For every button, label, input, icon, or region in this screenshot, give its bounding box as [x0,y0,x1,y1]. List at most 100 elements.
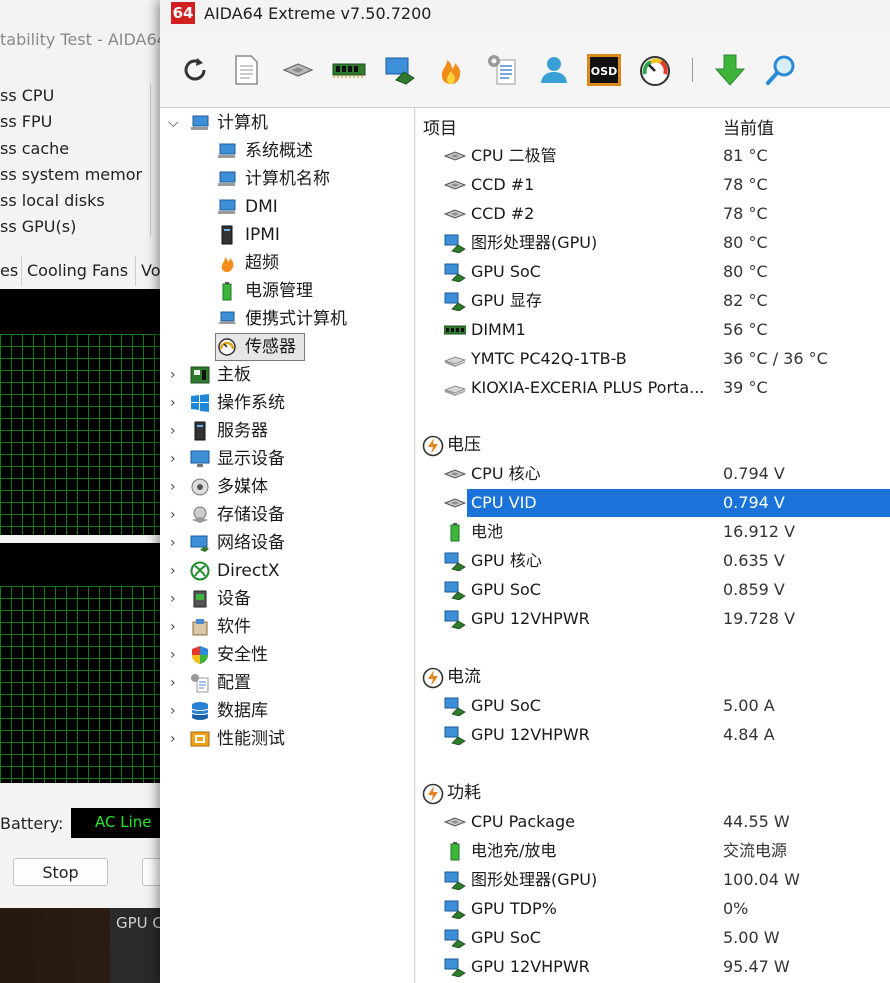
tree-item-dmi[interactable]: DMI [217,194,407,220]
tree-item-storage[interactable]: › 存储设备 [168,502,408,528]
tree-item-operating-system[interactable]: › 操作系统 [168,390,408,416]
sensor-row[interactable]: GPU 12VHPWR 4.84 A [416,721,890,750]
tree-item-benchmark[interactable]: › 性能测试 [168,726,408,752]
section-header[interactable]: 电流 [416,663,890,692]
section-header[interactable]: 功耗 [416,779,890,808]
stress-cache-option[interactable]: ss cache [0,139,69,158]
osd-icon[interactable]: OSD [586,52,622,88]
tree-item-ipmi[interactable]: IPMI [217,222,407,248]
computer-icon [217,141,237,161]
tools-icon[interactable] [485,52,521,88]
tree-item-devices[interactable]: › 设备 [168,586,408,612]
tree-item-security[interactable]: › 安全性 [168,642,408,668]
tree-item-power-management[interactable]: 电源管理 [217,278,407,304]
stress-disks-option[interactable]: ss local disks [0,191,105,210]
sensor-row[interactable]: DIMM1 56 °C [416,316,890,345]
sensor-row[interactable]: GPU 12VHPWR 95.47 W [416,953,890,982]
tree-item-label: 多媒体 [217,477,268,497]
title-bar[interactable]: 64 AIDA64 Extreme v7.50.7200 [160,0,890,34]
power-section-icon [422,435,444,457]
refresh-icon[interactable] [177,52,213,88]
chevron-right-icon[interactable]: › [170,586,184,612]
tab-temperatures[interactable]: es [0,256,18,286]
temperature-graph [0,289,160,535]
sensor-row[interactable]: GPU 显存 82 °C [416,287,890,316]
sensor-name: GPU SoC [471,696,541,715]
chevron-right-icon[interactable]: › [170,446,184,472]
sensor-row[interactable]: GPU SoC 80 °C [416,258,890,287]
chevron-right-icon[interactable]: › [170,670,184,696]
stress-gpu-option[interactable]: ss GPU(s) [0,217,76,236]
stress-memory-option[interactable]: ss system memor [0,165,142,184]
network-icon[interactable] [382,52,418,88]
tab-cooling-fans[interactable]: Cooling Fans [21,256,128,286]
chevron-down-icon[interactable]: ⌵ [168,110,182,136]
tab-voltages[interactable]: Vo [135,256,161,286]
tree-item-computer[interactable]: ⌵ 计算机 [168,110,408,136]
sensor-row[interactable]: 图形处理器(GPU) 80 °C [416,229,890,258]
sensor-row[interactable]: YMTC PC42Q-1TB-B 36 °C / 36 °C [416,345,890,374]
tree-item-directx[interactable]: › DirectX [168,558,408,584]
tree-item-software[interactable]: › 软件 [168,614,408,640]
tree-item-display[interactable]: › 显示设备 [168,446,408,472]
tree-item-system-summary[interactable]: 系统概述 [217,138,407,164]
chevron-right-icon[interactable]: › [170,418,184,444]
tree-item-server[interactable]: › 服务器 [168,418,408,444]
sensor-value: 36 °C / 36 °C [723,349,828,368]
chevron-right-icon[interactable]: › [170,502,184,528]
gauge-icon[interactable] [637,52,673,88]
chevron-right-icon[interactable]: › [170,642,184,668]
chevron-right-icon[interactable]: › [170,558,184,584]
chevron-right-icon[interactable]: › [170,614,184,640]
column-header-item[interactable]: 项目 [423,114,457,139]
sensor-row[interactable]: GPU SoC 5.00 W [416,924,890,953]
column-header-value[interactable]: 当前值 [723,114,774,139]
tree-item-config[interactable]: › 配置 [168,670,408,696]
sensor-row[interactable]: GPU 核心 0.635 V [416,547,890,576]
sensor-row[interactable]: 图形处理器(GPU) 100.04 W [416,866,890,895]
sensor-row[interactable]: GPU TDP% 0% [416,895,890,924]
sensor-row[interactable]: KIOXIA-EXCERIA PLUS Porta... 39 °C [416,374,890,403]
cpu-icon[interactable] [280,52,316,88]
download-icon[interactable] [712,52,748,88]
chevron-right-icon[interactable]: › [170,698,184,724]
sensor-row[interactable]: CPU Package 44.55 W [416,808,890,837]
sensor-row[interactable]: CCD #2 78 °C [416,200,890,229]
sensor-row[interactable]: CPU 二极管 81 °C [416,142,890,171]
tree-item-motherboard[interactable]: › 主板 [168,362,408,388]
stop-button[interactable]: Stop [13,858,108,886]
tree-item-multimedia[interactable]: › 多媒体 [168,474,408,500]
sensor-row[interactable]: GPU SoC 5.00 A [416,692,890,721]
sensor-row[interactable]: CPU 核心 0.794 V [416,460,890,489]
sensor-row[interactable]: 电池 16.912 V [416,518,890,547]
chevron-right-icon[interactable]: › [170,390,184,416]
stress-fpu-option[interactable]: ss FPU [0,112,52,131]
tree-item-portable-computer[interactable]: 便携式计算机 [217,306,407,332]
battery-icon [444,841,466,861]
chevron-right-icon[interactable]: › [170,530,184,556]
stability-test-window[interactable]: tability Test - AIDA64 ss CPU ss FPU ss … [0,0,180,908]
sensor-row[interactable]: CCD #1 78 °C [416,171,890,200]
section-header[interactable]: 电压 [416,431,890,460]
report-icon[interactable] [228,52,264,88]
tree-item-computer-name[interactable]: 计算机名称 [217,166,407,192]
memory-icon[interactable] [331,52,367,88]
tree-item-overclock[interactable]: 超频 [217,250,407,276]
sensor-row[interactable]: GPU SoC 0.859 V [416,576,890,605]
search-icon[interactable] [763,52,799,88]
cpu-icon [444,464,466,484]
sensor-row[interactable]: CPU VID 0.794 V [416,489,890,518]
tree-item-database[interactable]: › 数据库 [168,698,408,724]
chevron-right-icon[interactable]: › [170,362,184,388]
sensor-row[interactable]: 电池充/放电 交流电源 [416,837,890,866]
user-icon[interactable] [536,52,572,88]
tree-item-sensor[interactable]: 传感器 [215,333,309,361]
flame-icon[interactable] [433,52,469,88]
sensor-row[interactable]: GPU 12VHPWR 19.728 V [416,605,890,634]
server-icon [217,225,237,245]
chevron-right-icon[interactable]: › [170,726,184,752]
tree-item-network[interactable]: › 网络设备 [168,530,408,556]
stress-cpu-option[interactable]: ss CPU [0,86,54,105]
chevron-right-icon[interactable]: › [170,474,184,500]
tree-item-label: 超频 [245,253,279,273]
